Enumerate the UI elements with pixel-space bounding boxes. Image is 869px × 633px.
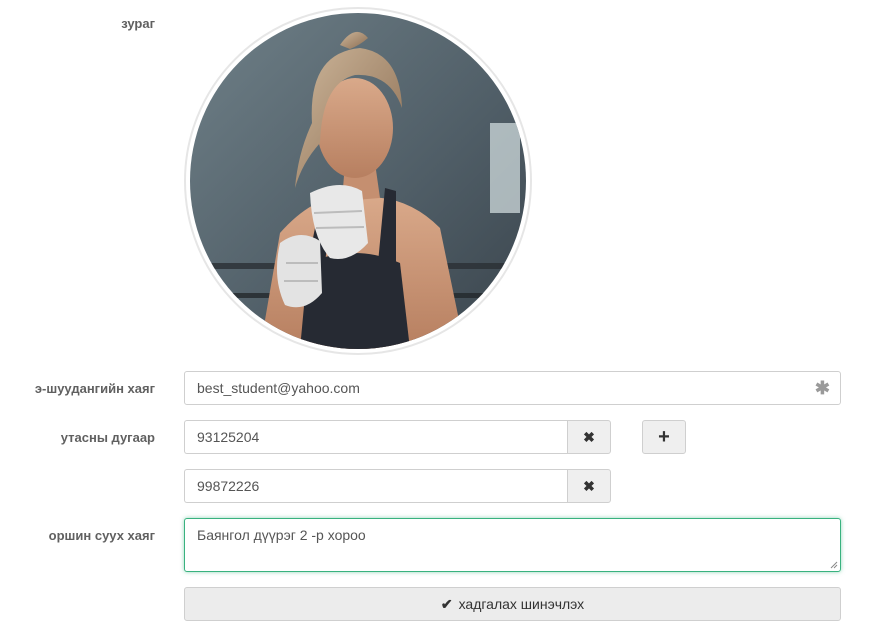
address-textarea[interactable]: Баянгол дүүрэг 2 -р хороо (184, 518, 841, 572)
remove-phone-button-1[interactable]: ✖ (567, 420, 611, 454)
plus-icon: + (658, 425, 670, 448)
email-value: best_student@yahoo.com (197, 380, 360, 396)
save-button[interactable]: ✔ хадгалах шинэчлэх (184, 587, 841, 621)
address-label: оршин суух хаяг (48, 528, 155, 543)
email-label: э-шуудангийн хаяг (34, 381, 155, 396)
check-icon: ✔ (440, 595, 453, 612)
remove-phone-button-2[interactable]: ✖ (567, 469, 611, 503)
phone-value-1: 93125204 (197, 429, 260, 445)
avatar[interactable] (184, 7, 532, 355)
phone-value-2: 99872226 (197, 478, 260, 494)
asterisk-icon: ✱ (814, 378, 830, 398)
add-phone-button[interactable]: + (642, 420, 686, 454)
times-icon: ✖ (583, 477, 595, 494)
save-button-label: хадгалах шинэчлэх (458, 596, 585, 612)
phone-input-2[interactable]: 99872226 (184, 469, 568, 503)
resize-handle-icon[interactable] (830, 561, 838, 569)
address-value: Баянгол дүүрэг 2 -р хороо (197, 527, 366, 543)
photo-label: зураг (121, 16, 155, 31)
profile-photo (190, 13, 526, 349)
email-field[interactable]: best_student@yahoo.com ✱ (184, 371, 841, 405)
phone-label: утасны дугаар (60, 430, 155, 445)
times-icon: ✖ (583, 428, 595, 445)
phone-input-1[interactable]: 93125204 (184, 420, 568, 454)
